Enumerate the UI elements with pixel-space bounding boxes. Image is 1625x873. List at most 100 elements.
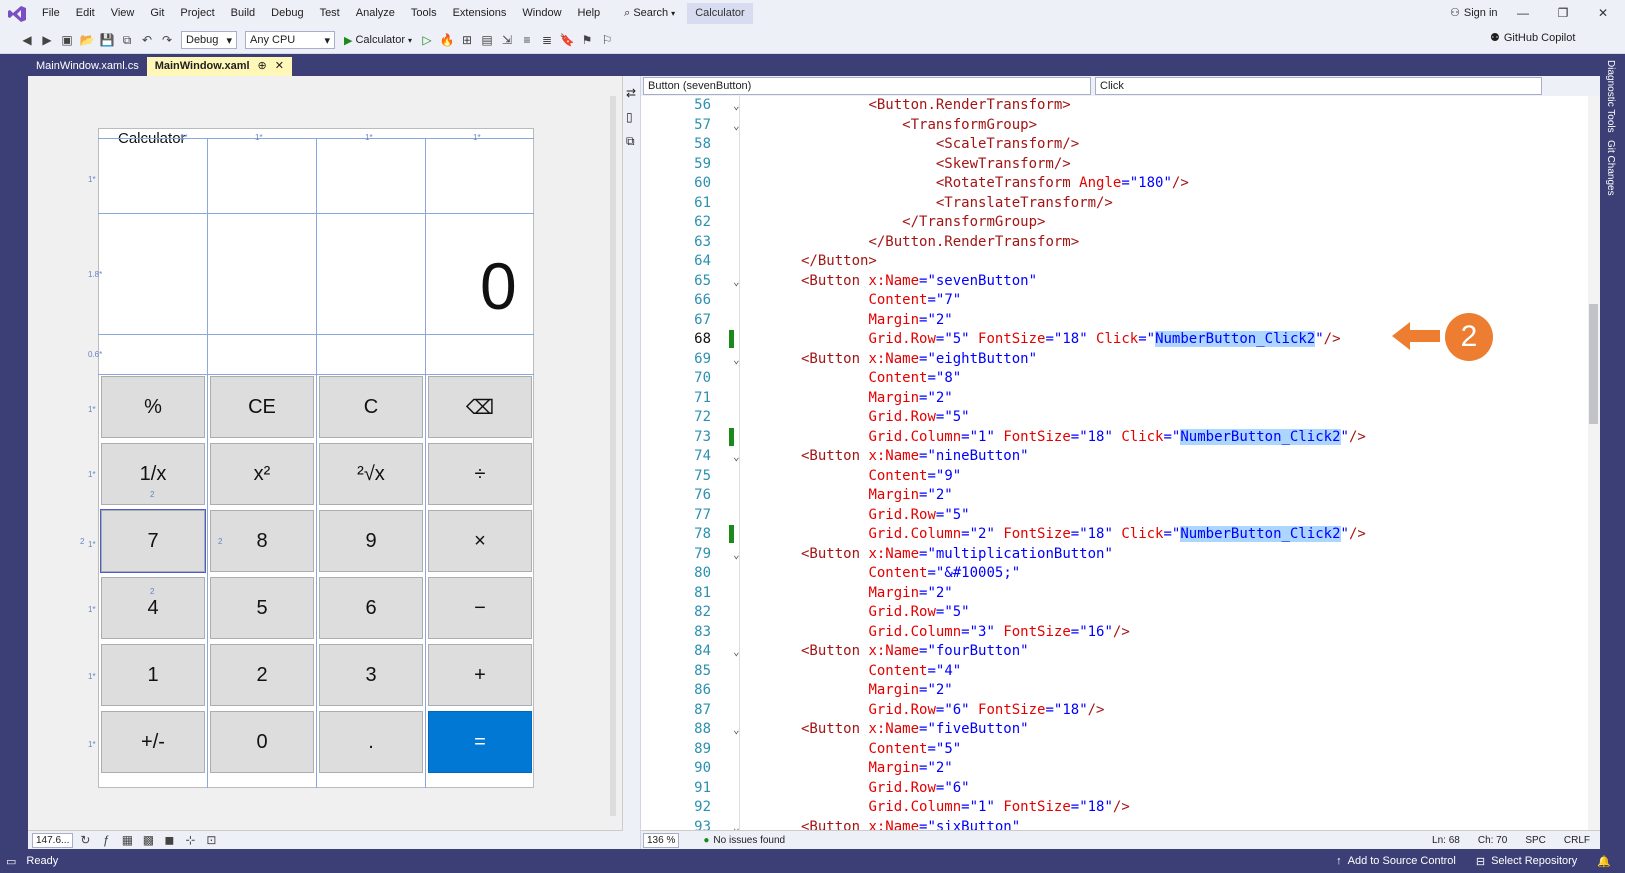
code-line[interactable]: 89 Content="5" <box>641 740 1581 760</box>
comment-icon[interactable]: ≡ <box>518 31 536 49</box>
code-line[interactable]: 75 Content="9" <box>641 467 1581 487</box>
code-line[interactable]: 88 ⌄ <Button x:Name="fiveButton" <box>641 720 1581 740</box>
menu-build[interactable]: Build <box>223 0 263 27</box>
prev-bookmark-icon[interactable]: ⚐ <box>598 31 616 49</box>
close-icon[interactable]: ✕ <box>275 57 284 76</box>
code-line[interactable]: 82 Grid.Row="5" <box>641 603 1581 623</box>
line-ending[interactable]: CRLF <box>1564 835 1590 846</box>
issues-status[interactable]: No issues found <box>713 835 785 846</box>
menu-debug[interactable]: Debug <box>263 0 311 27</box>
designer-zoom-dropdown[interactable]: 147.6... <box>32 832 74 848</box>
code-line[interactable]: 65 ⌄ <Button x:Name="sevenButton" <box>641 272 1581 292</box>
code-line[interactable]: 80 Content="&#10005;" <box>641 564 1581 584</box>
forward-icon[interactable]: ▶ <box>38 31 56 49</box>
calc-button-5[interactable]: x² <box>210 443 314 505</box>
calc-button-15[interactable]: − <box>428 577 532 639</box>
calc-button-23[interactable]: = <box>428 711 532 773</box>
grid-size-marker[interactable]: 1* <box>88 740 96 749</box>
grid-size-marker[interactable]: 0.6* <box>88 350 102 359</box>
element-dropdown[interactable]: Button (sevenButton) <box>643 77 1091 95</box>
code-line[interactable]: 74 ⌄ <Button x:Name="nineButton" <box>641 447 1581 467</box>
github-copilot-button[interactable]: ⚉ GitHub Copilot <box>1490 31 1575 45</box>
grid-size-marker[interactable]: 1* <box>473 133 481 142</box>
menu-analyze[interactable]: Analyze <box>348 0 403 27</box>
project-code-icon[interactable]: ⊡ <box>202 831 220 849</box>
collapse-pane-icon[interactable]: ⧉ <box>626 134 640 149</box>
menu-extensions[interactable]: Extensions <box>445 0 515 27</box>
close-window-button[interactable]: ✕ <box>1588 0 1618 27</box>
code-line[interactable]: 87 Grid.Row="6" FontSize="18"/> <box>641 701 1581 721</box>
code-line[interactable]: 76 Margin="2" <box>641 486 1581 506</box>
calc-button-18[interactable]: 3 <box>319 644 423 706</box>
uncomment-icon[interactable]: ≣ <box>538 31 556 49</box>
grid-size-marker[interactable]: 1* <box>88 175 96 184</box>
artboard-icon[interactable]: ◼ <box>160 831 178 849</box>
calc-button-14[interactable]: 6 <box>319 577 423 639</box>
code-line[interactable]: 93 ⌄ <Button x:Name="sixButton" <box>641 818 1581 831</box>
menu-edit[interactable]: Edit <box>68 0 103 27</box>
calc-button-19[interactable]: + <box>428 644 532 706</box>
calc-button-22[interactable]: . <box>319 711 423 773</box>
grid-size-marker[interactable]: 1* <box>180 133 188 142</box>
code-line[interactable]: 72 Grid.Row="5" <box>641 408 1581 428</box>
next-bookmark-icon[interactable]: ⚑ <box>578 31 596 49</box>
solution-name-badge[interactable]: Calculator <box>687 3 753 24</box>
snap-lines-icon[interactable]: ⊹ <box>181 831 199 849</box>
code-line[interactable]: 69 ⌄ <Button x:Name="eightButton" <box>641 350 1581 370</box>
calc-button-21[interactable]: 0 <box>210 711 314 773</box>
fx-icon[interactable]: ƒ <box>97 831 115 849</box>
code-line[interactable]: 60 <RotateTransform Angle="180"/> <box>641 174 1581 194</box>
designer-scrollbar[interactable] <box>610 96 616 816</box>
code-line[interactable]: 58 <ScaleTransform/> <box>641 135 1581 155</box>
grid-size-marker[interactable]: 2 <box>218 537 222 546</box>
code-line[interactable]: 90 Margin="2" <box>641 759 1581 779</box>
calc-button-0[interactable]: % <box>101 376 205 438</box>
grid-size-marker[interactable]: 2 <box>150 587 154 596</box>
add-to-source-control-button[interactable]: Add to Source Control <box>1348 855 1456 867</box>
editor-zoom-dropdown[interactable]: 136 % <box>643 832 680 848</box>
code-line[interactable]: 56 ⌄ <Button.RenderTransform> <box>641 96 1581 116</box>
code-line[interactable]: 61 <TranslateTransform/> <box>641 194 1581 214</box>
snap-grid-icon[interactable]: ▩ <box>139 831 157 849</box>
code-line[interactable]: 70 Content="8" <box>641 369 1581 389</box>
swap-panes-icon[interactable]: ⇄ <box>626 86 640 100</box>
undo-icon[interactable]: ↶ <box>138 31 156 49</box>
grid-size-marker[interactable]: 1.8* <box>88 270 102 279</box>
calc-button-13[interactable]: 5 <box>210 577 314 639</box>
code-line[interactable]: 67 Margin="2" <box>641 311 1581 331</box>
code-line[interactable]: 64 </Button> <box>641 252 1581 272</box>
restore-button[interactable]: ❐ <box>1548 0 1578 27</box>
code-line[interactable]: 71 Margin="2" <box>641 389 1581 409</box>
visual-studio-logo-icon[interactable] <box>0 0 34 27</box>
code-line[interactable]: 62 </TransformGroup> <box>641 213 1581 233</box>
grid-size-marker[interactable]: 2 <box>150 490 154 499</box>
code-line[interactable]: 73 Grid.Column="1" FontSize="18" Click="… <box>641 427 1581 448</box>
configuration-dropdown[interactable]: Debug ▾ <box>181 31 237 49</box>
code-line[interactable]: 77 Grid.Row="5" <box>641 506 1581 526</box>
code-line[interactable]: 78 Grid.Column="2" FontSize="18" Click="… <box>641 525 1581 545</box>
menu-test[interactable]: Test <box>312 0 348 27</box>
code-line[interactable]: 81 Margin="2" <box>641 584 1581 604</box>
start-debugging-button[interactable]: ▶ Calculator ▾ <box>340 34 416 47</box>
tab-mainwindow-xaml-cs[interactable]: MainWindow.xaml.cs <box>28 57 147 76</box>
layout-icon[interactable]: ▤ <box>478 31 496 49</box>
open-icon[interactable]: 📂 <box>78 31 96 49</box>
code-line[interactable]: 92 Grid.Column="1" FontSize="18"/> <box>641 798 1581 818</box>
grid-size-marker[interactable]: 1* <box>88 540 96 549</box>
redo-icon[interactable]: ↷ <box>158 31 176 49</box>
calc-button-16[interactable]: 1 <box>101 644 205 706</box>
menu-window[interactable]: Window <box>514 0 569 27</box>
grid-size-marker[interactable]: 2 <box>80 537 84 546</box>
grid-size-marker[interactable]: 1* <box>88 470 96 479</box>
code-line[interactable]: 63 </Button.RenderTransform> <box>641 233 1581 253</box>
scroll-thumb[interactable] <box>1589 304 1598 424</box>
grid-size-marker[interactable]: 1* <box>88 605 96 614</box>
code-line[interactable]: 85 Content="4" <box>641 662 1581 682</box>
minimize-button[interactable]: — <box>1508 0 1538 27</box>
calc-button-11[interactable]: × <box>428 510 532 572</box>
calc-button-8[interactable]: 7 <box>100 509 206 573</box>
save-icon[interactable]: 💾 <box>98 31 116 49</box>
pin-icon[interactable]: ⊕ <box>258 57 267 76</box>
code-line[interactable]: 86 Margin="2" <box>641 681 1581 701</box>
platform-dropdown[interactable]: Any CPU ▾ <box>245 31 335 49</box>
